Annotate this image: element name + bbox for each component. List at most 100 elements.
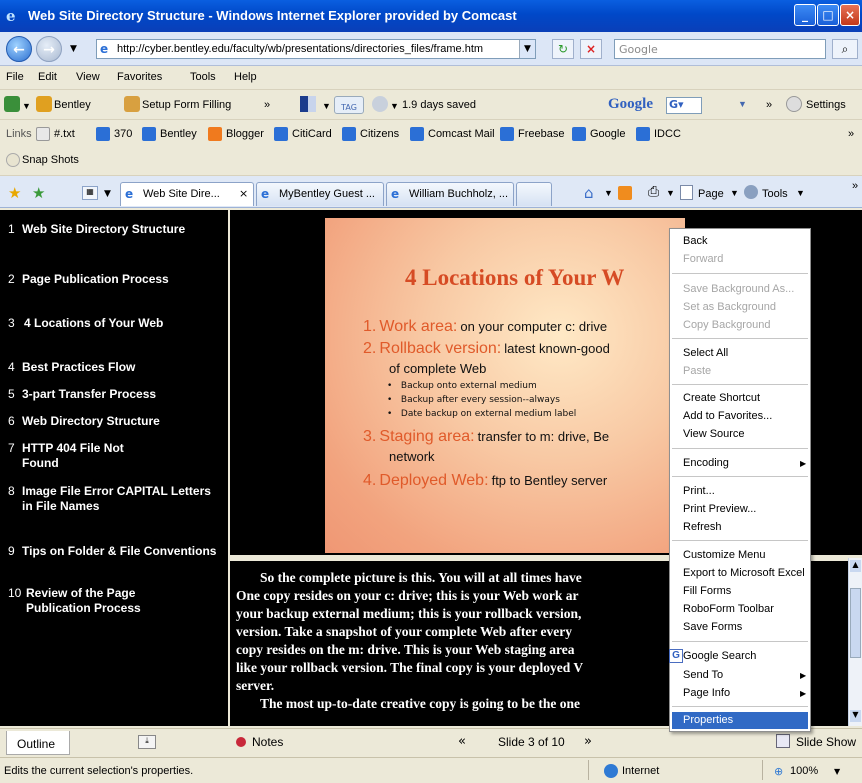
feeds-icon[interactable]	[618, 186, 632, 200]
ctx-fill-forms[interactable]: Fill Forms	[683, 585, 731, 597]
outline-item-6[interactable]: 6 Web Directory Structure	[8, 414, 220, 430]
toolbar-menu-icon[interactable]	[4, 96, 20, 112]
home-icon[interactable]: ⌂	[584, 184, 594, 202]
outline-item-7[interactable]: 7 HTTP 404 File Not Found	[8, 441, 220, 473]
link-bentley[interactable]: Bentley	[160, 128, 197, 140]
ctx-create-shortcut[interactable]: Create Shortcut	[683, 392, 760, 404]
forward-button[interactable]: →	[36, 36, 62, 62]
snapshots-link[interactable]: Snap Shots	[22, 154, 79, 166]
ctx-back[interactable]: Back	[683, 235, 707, 247]
link-idcc[interactable]: IDCC	[654, 128, 681, 140]
ctx-properties[interactable]: Properties	[683, 714, 733, 726]
ctx-roboform-toolbar[interactable]: RoboForm Toolbar	[683, 603, 774, 615]
ctx-copy-background[interactable]: Copy Background	[683, 319, 770, 331]
settings-button[interactable]: Settings	[806, 99, 846, 111]
ctx-refresh[interactable]: Refresh	[683, 521, 722, 533]
ctx-view-source[interactable]: View Source	[683, 428, 745, 440]
link-comcast-mail[interactable]: Comcast Mail	[428, 128, 495, 140]
outline-item-2[interactable]: 2 Page Publication Process	[8, 272, 220, 304]
new-tab-button[interactable]	[516, 182, 552, 206]
outline-item-4[interactable]: 4 Best Practices Flow	[8, 360, 220, 376]
tools-dropdown-icon[interactable]: ▼	[796, 188, 805, 198]
outline-item-3[interactable]: 3 4 Locations of Your Web	[8, 316, 220, 348]
link-citicard[interactable]: CitiCard	[292, 128, 332, 140]
outline-item-9[interactable]: 9 Tips on Folder & File Conventions	[8, 544, 220, 576]
tab-william-buchholz[interactable]: e William Buchholz, ...	[386, 182, 514, 206]
outline-item-10[interactable]: 10 Review of the Page Publication Process	[8, 586, 220, 634]
close-button[interactable]: ×	[840, 4, 860, 26]
links-more-icon[interactable]: »	[848, 128, 854, 140]
clock-dropdown-icon[interactable]: ▼	[390, 101, 399, 111]
zoom-level[interactable]: 100%	[790, 765, 818, 777]
scroll-down-icon[interactable]: ▼	[850, 710, 861, 722]
close-tab-icon[interactable]: ×	[239, 187, 248, 200]
ctx-google-search[interactable]: Google Search	[683, 650, 756, 662]
add-favorite-icon[interactable]: ★	[32, 184, 45, 202]
address-dropdown-icon[interactable]: ▼	[519, 40, 535, 58]
favorites-star-icon[interactable]: ★	[8, 184, 21, 202]
menu-edit[interactable]: Edit	[38, 71, 57, 83]
ctx-send-to[interactable]: Send To	[683, 669, 723, 681]
ctx-export-excel[interactable]: Export to Microsoft Excel	[683, 567, 805, 579]
ctx-encoding[interactable]: Encoding	[683, 457, 729, 469]
search-dropdown-icon[interactable]: ▼	[738, 99, 747, 109]
zoom-dropdown-icon[interactable]: ▼	[834, 767, 840, 776]
ctx-save-forms[interactable]: Save Forms	[683, 621, 742, 633]
menu-file[interactable]: File	[6, 71, 24, 83]
print-icon[interactable]: ⎙	[648, 184, 659, 200]
page-menu-button[interactable]: Page	[698, 188, 724, 200]
outline-item-8[interactable]: 8 Image File Error CAPITAL Letters in Fil…	[8, 484, 220, 532]
home-dropdown-icon[interactable]: ▼	[604, 188, 613, 198]
link-google[interactable]: Google	[590, 128, 625, 140]
notes-scrollbar[interactable]: ▲ ▼	[848, 558, 862, 726]
refresh-icon[interactable]: ↻	[552, 39, 574, 59]
tab-mybentley[interactable]: e MyBentley Guest ...	[256, 182, 384, 206]
ctx-print[interactable]: Print...	[683, 485, 715, 497]
tag-button[interactable]: TAG	[334, 96, 364, 114]
ctx-add-favorites[interactable]: Add to Favorites...	[683, 410, 772, 422]
expand-outline-icon[interactable]: ⤓	[138, 735, 156, 749]
search-icon[interactable]: ⌕	[832, 39, 858, 59]
page-dropdown-icon[interactable]: ▼	[730, 188, 739, 198]
next-slide-icon[interactable]: »	[584, 734, 592, 749]
scroll-up-icon[interactable]: ▲	[850, 560, 861, 572]
ctx-print-preview[interactable]: Print Preview...	[683, 503, 756, 515]
menu-favorites[interactable]: Favorites	[117, 71, 162, 83]
ctx-page-info[interactable]: Page Info	[683, 687, 730, 699]
outline-item-5[interactable]: 5 3-part Transfer Process	[8, 387, 220, 403]
prev-slide-icon[interactable]: «	[458, 734, 466, 749]
tools-menu-button[interactable]: Tools	[762, 188, 788, 200]
search-input[interactable]: Google	[614, 39, 826, 59]
link-txt[interactable]: #.txt	[54, 128, 75, 140]
blocks-icon[interactable]	[300, 96, 316, 112]
ctx-forward[interactable]: Forward	[683, 253, 723, 265]
link-blogger[interactable]: Blogger	[226, 128, 264, 140]
setup-form-button[interactable]: Setup Form Filling	[142, 99, 231, 111]
slide-show-button[interactable]: Slide Show	[796, 735, 856, 749]
more-google-icon[interactable]: »	[766, 99, 772, 111]
google-search-box[interactable]: G▾	[666, 97, 702, 114]
maximize-button[interactable]: □	[817, 4, 839, 26]
history-dropdown-icon[interactable]: ▼	[70, 44, 77, 54]
bentley-label[interactable]: Bentley	[54, 99, 91, 111]
more-icon[interactable]: »	[264, 99, 270, 111]
cmd-more-icon[interactable]: »	[852, 180, 858, 192]
blocks-dropdown-icon[interactable]: ▼	[322, 101, 331, 111]
outline-tab[interactable]: Outline	[6, 731, 70, 755]
tab-web-site-directory[interactable]: e Web Site Dire... ×	[120, 182, 254, 206]
ctx-paste[interactable]: Paste	[683, 365, 711, 377]
toolbar-dropdown-icon[interactable]: ▼	[22, 101, 31, 111]
ctx-save-background[interactable]: Save Background As...	[683, 283, 794, 295]
ctx-customize-menu[interactable]: Customize Menu	[683, 549, 766, 561]
minimize-button[interactable]: _	[794, 4, 816, 26]
back-button[interactable]: ←	[6, 36, 32, 62]
link-citizens[interactable]: Citizens	[360, 128, 399, 140]
outline-item-1[interactable]: 1 Web Site Directory Structure	[8, 222, 220, 254]
link-freebase[interactable]: Freebase	[518, 128, 564, 140]
ctx-select-all[interactable]: Select All	[683, 347, 728, 359]
scroll-thumb[interactable]	[850, 588, 861, 658]
tab-list-icon[interactable]: ▼	[104, 189, 111, 199]
link-370[interactable]: 370	[114, 128, 132, 140]
menu-view[interactable]: View	[76, 71, 100, 83]
menu-help[interactable]: Help	[234, 71, 257, 83]
